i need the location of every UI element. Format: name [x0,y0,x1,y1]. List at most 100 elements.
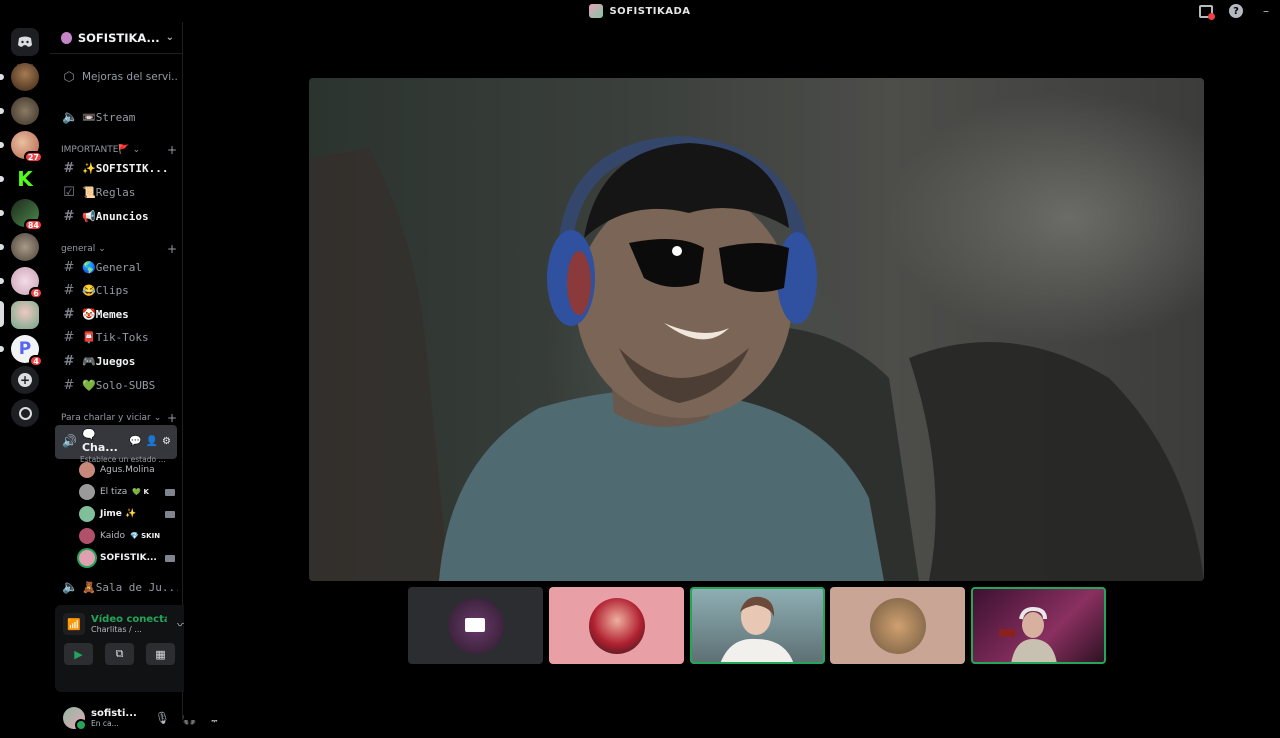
camera-icon [165,510,175,518]
kick-server-icon[interactable]: K [11,165,39,193]
add-channel-icon[interactable]: + [167,411,177,425]
voice-user[interactable]: Agus.Molina [79,460,175,480]
unread-pill [0,176,4,182]
channel-solo-subs[interactable]: # 💚Solo-SUBS [56,374,178,396]
user-tag: 💎 SKIN [129,532,161,540]
voice-user[interactable]: El tiza 💚 K [79,482,175,502]
add-channel-icon[interactable]: + [167,143,177,157]
hashtag-icon: # [63,306,75,322]
voice-channel-label: 🗨️Cha... [81,428,118,454]
participant-tile-avatar[interactable] [549,587,684,664]
signal-icon[interactable]: 📶 [63,613,85,635]
mention-badge: 27 [23,151,43,163]
unread-pill [0,244,4,250]
voice-channel-charlitas[interactable]: 🔊 🗨️Cha... 💬 👤 ⚙ Establece un estado ... [55,425,177,464]
camera-button[interactable]: ▶ [64,643,93,665]
explore-icon[interactable] [11,399,39,427]
invite-icon[interactable]: 👤 [146,436,158,447]
category-general[interactable]: general ⌄ + [61,242,177,256]
minimize-icon[interactable]: – [1258,3,1274,19]
add-server-icon[interactable]: + [11,366,39,394]
category-label: general [61,244,96,254]
channel-sofistikada[interactable]: # ✨SOFISTIK... [56,157,178,179]
boost-icon: ⬡ [63,69,75,85]
participant-tile-video[interactable] [971,587,1106,664]
channel-tiktoks[interactable]: # 📮Tik-Toks [56,326,178,348]
mention-badge: 84 [23,219,43,231]
speaker-icon: 🔈 [62,109,79,125]
channel-label: 📮Tik-Toks [82,330,149,344]
channel-label: 🤡Memes [82,307,129,321]
voice-user[interactable]: SOFISTIK... [79,548,175,568]
voice-user[interactable]: Kaido 💎 SKIN [79,526,175,546]
channel-reglas[interactable]: ☑ 📜Reglas [56,181,178,203]
screen-share-button[interactable]: ⧉ [105,643,134,665]
avatar[interactable] [63,707,87,731]
server-icon[interactable] [11,63,39,91]
participant-tile-video[interactable] [690,587,825,664]
avatar [79,528,95,544]
channel-juegos[interactable]: # 🎮Juegos [56,350,178,372]
unread-pill [0,210,4,216]
help-icon[interactable]: ? [1228,3,1244,19]
hashtag-icon: # [63,160,75,176]
unread-pill [0,108,4,114]
inbox-icon[interactable] [1198,3,1215,20]
server-icon[interactable]: 27 [11,131,43,163]
server-icon[interactable] [11,233,39,261]
channel-label: 😂Clips [82,283,129,297]
channel-label: ✨SOFISTIK... [82,161,169,175]
server-icon[interactable]: 6 [11,267,43,299]
window-title-text: SOFISTIKADA [609,5,691,17]
chevron-down-icon: ⌄ [132,145,141,155]
server-icon[interactable] [11,97,39,125]
activities-button[interactable]: ▦ [146,643,175,665]
discord-home-icon[interactable] [11,28,39,56]
channel-clips[interactable]: # 😂Clips [56,279,178,301]
avatar [79,506,95,522]
voice-user-name: Agus.Molina [100,465,155,475]
current-server-icon[interactable] [11,301,39,329]
avatar [589,598,645,654]
rules-icon: ☑ [63,184,75,200]
channel-sala-juegos[interactable]: 🔈 🧸Sala de Ju... [56,576,178,598]
user-status: En ca... [91,719,119,728]
voice-channel-text[interactable]: Charlitas / ... [91,625,167,634]
hashtag-icon: # [63,259,75,275]
chat-icon[interactable]: 💬 [129,436,141,447]
camera-icon [165,488,175,496]
avatar [79,550,95,566]
participant-tile-cam-off[interactable] [408,587,543,664]
unread-pill [0,74,4,80]
mejoras-servidor-item[interactable]: ⬡ Mejoras del servi... [56,66,178,88]
user-tag: 💚 K [132,488,149,496]
mention-badge: 6 [29,287,43,299]
chevron-down-icon: ⌄ [98,244,106,254]
microphone-icon[interactable]: 🎙 [155,711,170,725]
server-icon[interactable]: P 4 [11,335,43,367]
server-header[interactable]: SOFISTIKA... ⌄ [50,22,182,54]
channel-stream[interactable]: 🔈 📼Stream [56,106,178,128]
server-icon[interactable]: 84 [11,199,43,231]
webcam-person-image [999,606,1057,664]
category-importante[interactable]: IMPORTANTE🚩 ⌄ + [61,143,177,157]
channel-label: 📼Stream [82,110,136,124]
channel-label: 📢Anuncios [82,209,149,223]
category-para-charlar[interactable]: Para charlar y viciar ⌄ + [61,411,177,425]
chevron-down-icon: ⌄ [165,32,174,43]
category-label: Para charlar y viciar [61,413,151,423]
voice-user[interactable]: Jime ✨ [79,504,175,524]
channel-general[interactable]: # 🌎General [56,256,178,278]
channel-memes[interactable]: # 🤡Memes [56,303,178,325]
voice-user-name: Kaido [100,531,125,541]
avatar [870,598,926,654]
channel-anuncios[interactable]: # 📢Anuncios [56,205,178,227]
add-channel-icon[interactable]: + [167,242,177,256]
gear-icon[interactable]: ⚙ [162,436,171,447]
category-label: IMPORTANTE🚩 [61,145,130,155]
voice-status-text[interactable]: Vídeo conectado [91,614,167,625]
hashtag-icon: # [63,282,75,298]
participant-tile-avatar[interactable] [830,587,965,664]
title-bar: SOFISTIKADA ? – [0,0,1280,22]
main-video-feed[interactable] [309,78,1204,581]
